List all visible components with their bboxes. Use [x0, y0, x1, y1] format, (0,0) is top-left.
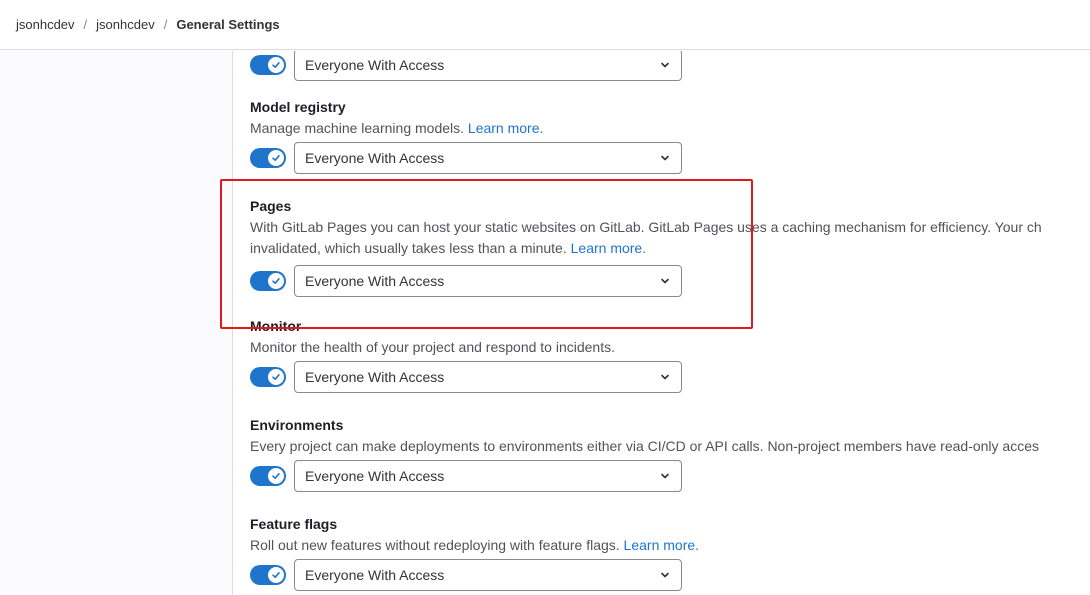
select-value: Everyone With Access [305, 57, 445, 73]
feature-control-row: Everyone With Access [250, 460, 1090, 492]
feature-title: Feature flags [250, 516, 338, 532]
breadcrumb-current-page: General Settings [176, 17, 280, 32]
feature-description: Roll out new features without redeployin… [250, 535, 1090, 556]
feature-description-text: Manage machine learning models. [250, 120, 465, 136]
feature-title: Monitor [250, 318, 302, 334]
feature-description: Monitor the health of your project and r… [250, 337, 1090, 358]
feature-section-environments: Environments Every project can make depl… [250, 416, 1090, 492]
feature-control-row: Everyone With Access [250, 265, 1090, 297]
feature-section-monitor: Monitor Monitor the health of your proje… [250, 317, 1090, 393]
breadcrumb: jsonhcdev / jsonhcdev / General Settings [16, 17, 280, 32]
select-value: Everyone With Access [305, 150, 445, 166]
access-level-select[interactable]: Everyone With Access [294, 51, 682, 81]
select-value: Everyone With Access [305, 273, 445, 289]
check-icon [268, 567, 284, 583]
check-icon [268, 57, 284, 73]
learn-more-link[interactable]: Learn more. [624, 537, 699, 553]
chevron-down-icon [659, 275, 671, 287]
access-level-select[interactable]: Everyone With Access [294, 559, 682, 591]
feature-description-text: Monitor the health of your project and r… [250, 339, 615, 355]
select-value: Everyone With Access [305, 468, 445, 484]
chevron-down-icon [659, 59, 671, 71]
feature-toggle[interactable] [250, 148, 286, 168]
feature-section-model-registry: Model registry Manage machine learning m… [250, 98, 1090, 174]
feature-title: Pages [250, 198, 292, 214]
access-level-select[interactable]: Everyone With Access [294, 265, 682, 297]
breadcrumb-separator: / [163, 17, 168, 32]
feature-toggle[interactable] [250, 466, 286, 486]
feature-section-feature-flags: Feature flags Roll out new features with… [250, 515, 1090, 591]
chevron-down-icon [659, 470, 671, 482]
access-level-select[interactable]: Everyone With Access [294, 142, 682, 174]
select-value: Everyone With Access [305, 567, 445, 583]
access-level-select[interactable]: Everyone With Access [294, 460, 682, 492]
chevron-down-icon [659, 371, 671, 383]
feature-toggle[interactable] [250, 271, 286, 291]
feature-toggle[interactable] [250, 565, 286, 585]
check-icon [268, 273, 284, 289]
feature-description-text: Roll out new features without redeployin… [250, 537, 620, 553]
check-icon [268, 369, 284, 385]
breadcrumb-item-project[interactable]: jsonhcdev [96, 17, 155, 32]
learn-more-link[interactable]: Learn more. [468, 120, 543, 136]
chevron-down-icon [659, 569, 671, 581]
breadcrumb-item-group[interactable]: jsonhcdev [16, 17, 75, 32]
feature-control-row: Everyone With Access [250, 51, 1090, 81]
feature-control-row: Everyone With Access [250, 142, 1090, 174]
feature-control-row: Everyone With Access [250, 361, 1090, 393]
settings-content: Everyone With Access Model registry Mana… [234, 51, 1090, 595]
feature-section-previous: Everyone With Access [250, 51, 1090, 81]
feature-section-pages: Pages With GitLab Pages you can host you… [250, 197, 1090, 297]
access-level-select[interactable]: Everyone With Access [294, 361, 682, 393]
select-value: Everyone With Access [305, 369, 445, 385]
breadcrumb-separator: / [83, 17, 88, 32]
learn-more-link[interactable]: Learn more. [571, 240, 646, 256]
feature-title: Model registry [250, 99, 346, 115]
feature-description: Every project can make deployments to en… [250, 436, 1090, 457]
feature-description-text: Every project can make deployments to en… [250, 438, 1040, 454]
chevron-down-icon [659, 152, 671, 164]
feature-toggle[interactable] [250, 367, 286, 387]
feature-description-text-line2: invalidated, which usually takes less th… [250, 240, 567, 256]
feature-control-row: Everyone With Access [250, 559, 1090, 591]
feature-description: With GitLab Pages you can host your stat… [250, 217, 1090, 259]
feature-description: Manage machine learning models. Learn mo… [250, 118, 1090, 139]
feature-toggle[interactable] [250, 55, 286, 75]
top-bar: jsonhcdev / jsonhcdev / General Settings [0, 0, 1090, 50]
check-icon [268, 150, 284, 166]
feature-description-text: With GitLab Pages you can host your stat… [250, 219, 1042, 235]
feature-title: Environments [250, 417, 344, 433]
sidebar [0, 51, 233, 595]
check-icon [268, 468, 284, 484]
